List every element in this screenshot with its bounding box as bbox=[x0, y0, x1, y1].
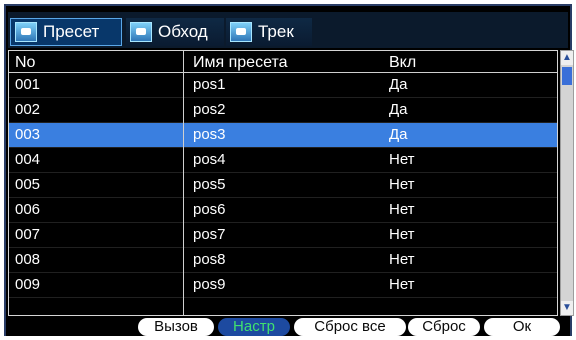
tab-track[interactable]: Трек bbox=[226, 18, 312, 46]
row-enabled: Нет bbox=[389, 276, 415, 293]
table-row-selected[interactable]: 003 pos3 Да bbox=[9, 123, 557, 148]
column-divider bbox=[183, 51, 184, 315]
row-enabled: Нет bbox=[389, 201, 415, 218]
tab-bar: Пресет Обход Трек bbox=[8, 12, 568, 48]
row-enabled: Да bbox=[389, 101, 408, 118]
row-name: pos6 bbox=[193, 201, 226, 218]
row-enabled: Нет bbox=[389, 251, 415, 268]
reset-all-button[interactable]: Сброс все bbox=[294, 318, 406, 336]
header-no: No bbox=[15, 54, 36, 71]
row-no: 001 bbox=[15, 76, 41, 93]
scroll-thumb[interactable] bbox=[562, 67, 572, 85]
row-no: 004 bbox=[15, 151, 41, 168]
header-name: Имя пресета bbox=[193, 54, 288, 71]
ok-button[interactable]: Ок bbox=[484, 318, 560, 336]
table-row[interactable]: 002 pos2 Да bbox=[9, 98, 557, 123]
table-row[interactable]: 005 pos5 Нет bbox=[9, 173, 557, 198]
camera-icon bbox=[130, 22, 152, 42]
table-header: No Имя пресета Вкл bbox=[9, 51, 557, 73]
row-enabled: Да bbox=[389, 126, 408, 143]
reset-button[interactable]: Сброс bbox=[408, 318, 480, 336]
row-name: pos8 bbox=[193, 251, 226, 268]
table-row[interactable]: 001 pos1 Да bbox=[9, 73, 557, 98]
table-row[interactable]: 007 pos7 Нет bbox=[9, 223, 557, 248]
row-no: 002 bbox=[15, 101, 41, 118]
tab-label: Трек bbox=[258, 22, 294, 41]
scroll-up-icon[interactable]: ▲ bbox=[561, 51, 573, 65]
row-enabled: Да bbox=[389, 76, 408, 93]
row-name: pos7 bbox=[193, 226, 226, 243]
row-name: pos3 bbox=[193, 126, 226, 143]
tab-tour[interactable]: Обход bbox=[126, 18, 224, 46]
row-name: pos2 bbox=[193, 101, 226, 118]
button-bar: Вызов Настр Сброс все Сброс Ок bbox=[6, 318, 570, 336]
row-no: 009 bbox=[15, 276, 41, 293]
header-enabled: Вкл bbox=[389, 54, 417, 71]
row-no: 005 bbox=[15, 176, 41, 193]
scroll-down-icon[interactable]: ▼ bbox=[561, 301, 573, 315]
preset-dialog: Пресет Обход Трек No Имя пресета Вкл 001… bbox=[4, 4, 574, 336]
row-no: 006 bbox=[15, 201, 41, 218]
row-enabled: Нет bbox=[389, 226, 415, 243]
row-no: 007 bbox=[15, 226, 41, 243]
camera-icon bbox=[15, 22, 37, 42]
tab-label: Обход bbox=[158, 22, 208, 41]
call-button[interactable]: Вызов bbox=[138, 318, 214, 336]
table-row[interactable]: 008 pos8 Нет bbox=[9, 248, 557, 273]
setup-button[interactable]: Настр bbox=[218, 318, 290, 336]
row-no: 003 bbox=[15, 126, 41, 143]
preset-table: No Имя пресета Вкл 001 pos1 Да 002 pos2 … bbox=[8, 50, 558, 316]
tab-label: Пресет bbox=[43, 22, 100, 41]
vertical-scrollbar[interactable]: ▲ ▼ bbox=[560, 50, 574, 316]
tab-preset[interactable]: Пресет bbox=[10, 18, 122, 46]
table-row[interactable]: 004 pos4 Нет bbox=[9, 148, 557, 173]
row-name: pos9 bbox=[193, 276, 226, 293]
row-enabled: Нет bbox=[389, 151, 415, 168]
row-name: pos5 bbox=[193, 176, 226, 193]
row-name: pos1 bbox=[193, 76, 226, 93]
row-no: 008 bbox=[15, 251, 41, 268]
row-enabled: Нет bbox=[389, 176, 415, 193]
table-row[interactable]: 006 pos6 Нет bbox=[9, 198, 557, 223]
camera-icon bbox=[230, 22, 252, 42]
table-row[interactable]: 009 pos9 Нет bbox=[9, 273, 557, 298]
row-name: pos4 bbox=[193, 151, 226, 168]
